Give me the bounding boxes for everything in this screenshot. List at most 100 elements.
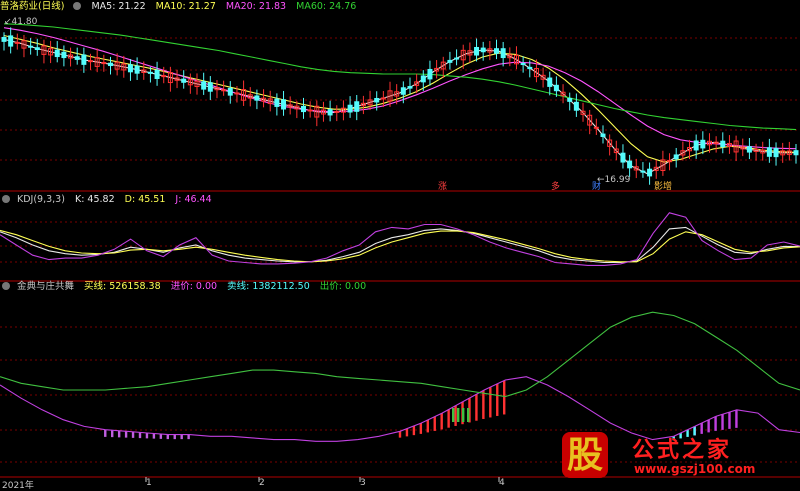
jindian-exit-value: 出价: 0.00 <box>319 281 367 292</box>
signal-bar <box>489 387 492 418</box>
candle-body <box>227 87 233 96</box>
jindian-buy-value: 买线: 526158.38 <box>84 281 161 292</box>
signal-bar <box>187 434 190 440</box>
time-axis-label: 4 <box>499 478 505 488</box>
candle-body <box>480 47 486 53</box>
settings-icon[interactable] <box>73 2 82 10</box>
candle-body <box>307 109 313 112</box>
kdj-line-k <box>0 226 800 264</box>
candle-body <box>420 75 426 83</box>
stock-name[interactable]: 普洛药业(日线) <box>0 1 64 12</box>
candlesticks <box>1 27 799 185</box>
signal-bar <box>454 405 457 426</box>
signal-bar <box>482 390 485 419</box>
signal-bar <box>735 409 738 428</box>
ma-line-ma60 <box>3 23 797 131</box>
candle-body <box>181 78 187 83</box>
event-marker-3[interactable]: 财 <box>592 181 601 193</box>
jindian-title[interactable]: 金典与庄共舞 <box>17 281 74 292</box>
signal-bar <box>440 413 443 430</box>
signal-bar <box>117 430 121 438</box>
event-marker-4[interactable]: 影增 <box>654 181 672 193</box>
ma20-value: MA20: 21.83 <box>225 1 287 12</box>
candle-body <box>746 146 752 153</box>
time-axis-label: 2 <box>259 478 265 488</box>
time-axis-label: 2021年 <box>2 481 34 491</box>
signal-bar <box>398 431 402 438</box>
signal-bar <box>166 434 169 440</box>
candle-body <box>380 97 386 100</box>
kdj-j-value: J: 46.44 <box>175 194 212 205</box>
watermark-title: 公式之家 <box>632 437 733 463</box>
candle-body <box>427 68 433 80</box>
low-value: 16.99 <box>604 175 631 185</box>
candle-body <box>254 95 260 101</box>
candle-body <box>234 92 240 95</box>
signal-bar <box>138 432 142 439</box>
candle-body <box>147 71 153 74</box>
signal-bar <box>124 431 128 438</box>
jindian-sell-value: 卖线: 1382112.50 <box>227 281 310 292</box>
candle-body <box>640 170 646 173</box>
signal-bar <box>412 425 416 436</box>
signal-bar <box>405 428 409 437</box>
candle-body <box>300 105 306 113</box>
signal-bar <box>496 383 499 416</box>
kdj-title[interactable]: KDJ(9,3,3) <box>17 194 65 205</box>
ma-line-ma5 <box>3 38 797 175</box>
candle-body <box>154 69 160 80</box>
candle-body <box>14 41 20 44</box>
candle-body <box>274 98 280 107</box>
high-value: 41.80 <box>11 17 38 27</box>
jindian-line <box>0 311 800 398</box>
candle-body <box>281 99 287 110</box>
candle-body <box>74 56 80 60</box>
candle-body <box>201 81 207 90</box>
candle-body <box>647 168 653 177</box>
ma-line-ma20 <box>3 27 797 150</box>
signal-bar <box>180 434 183 440</box>
candle-body <box>347 104 353 113</box>
candle-body <box>107 62 113 67</box>
event-marker-2[interactable]: 多 <box>551 181 560 193</box>
jindian-enter-value: 进价: 0.00 <box>170 281 218 292</box>
signal-bar <box>721 414 724 430</box>
signal-bar <box>447 409 450 428</box>
signal-bar <box>462 408 465 422</box>
signal-bar <box>173 434 176 440</box>
candle-body <box>34 47 40 50</box>
candle-body <box>327 109 333 116</box>
candle-body <box>354 101 360 112</box>
candle-body <box>454 57 460 60</box>
price-ma-lines <box>3 23 797 175</box>
chart-canvas <box>0 23 800 482</box>
candle-body <box>627 160 633 169</box>
event-marker-1[interactable]: 涨 <box>438 181 447 193</box>
candle-body <box>720 140 726 148</box>
candle-body <box>207 82 213 92</box>
price-panel-header: 普洛药业(日线) MA5: 21.22 MA10: 21.27 MA20: 21… <box>0 0 363 14</box>
candle-body <box>88 60 94 63</box>
signal-bar <box>419 423 423 434</box>
time-axis-label: 3 <box>360 478 366 488</box>
candle-body <box>520 63 526 66</box>
ma-line-ma10 <box>3 34 797 163</box>
candle-body <box>407 86 413 89</box>
signal-bar <box>159 434 163 439</box>
candle-body <box>8 35 14 47</box>
settings-icon[interactable] <box>2 282 10 290</box>
candle-body <box>54 49 60 58</box>
candle-body <box>567 98 573 102</box>
candle-body <box>620 152 626 163</box>
candle-body <box>447 59 453 63</box>
signal-bar <box>152 433 156 439</box>
jindian-panel-header: 金典与庄共舞 买线: 526158.38 进价: 0.00 卖线: 138211… <box>0 280 373 294</box>
settings-icon[interactable] <box>2 195 10 203</box>
signal-bar <box>457 408 460 422</box>
candle-body <box>127 64 133 73</box>
candle-body <box>693 140 699 151</box>
candle-body <box>474 46 480 56</box>
candle-body <box>400 87 406 95</box>
kdj-lines <box>0 212 800 266</box>
candle-body <box>593 126 599 129</box>
